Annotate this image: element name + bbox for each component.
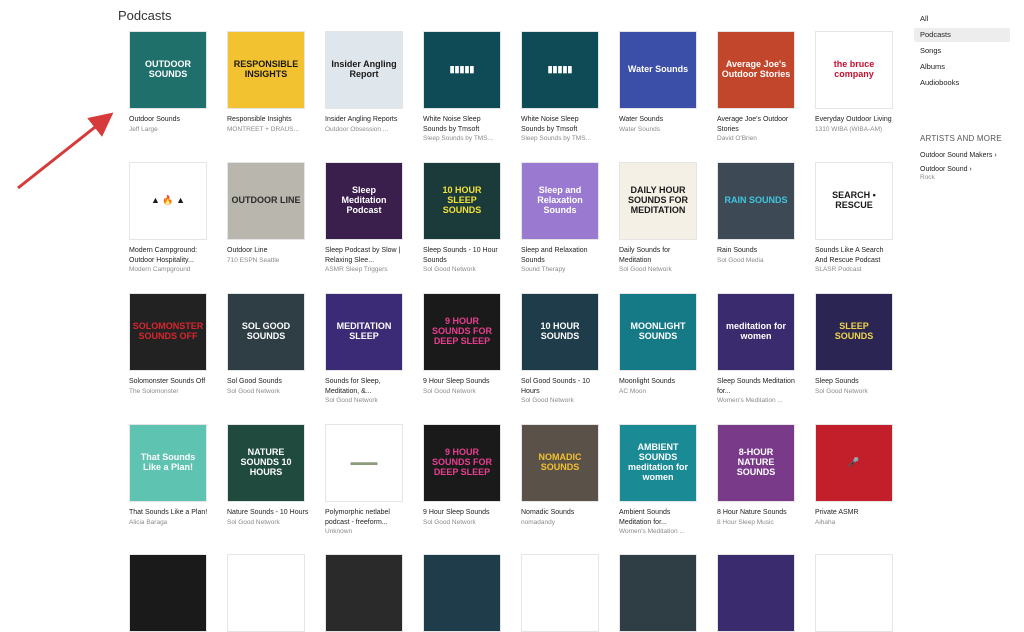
- podcast-artwork-partial[interactable]: [815, 554, 893, 632]
- podcast-artwork-partial[interactable]: [717, 554, 795, 632]
- red-arrow-annotation: [17, 112, 114, 190]
- podcast-artwork-partial[interactable]: [129, 554, 207, 632]
- podcast-artwork-partial[interactable]: [325, 554, 403, 632]
- podcast-artwork-partial[interactable]: [423, 554, 501, 632]
- podcast-artwork-partial[interactable]: [619, 554, 697, 632]
- podcast-artwork-partial[interactable]: [521, 554, 599, 632]
- podcast-artwork-partial[interactable]: [227, 554, 305, 632]
